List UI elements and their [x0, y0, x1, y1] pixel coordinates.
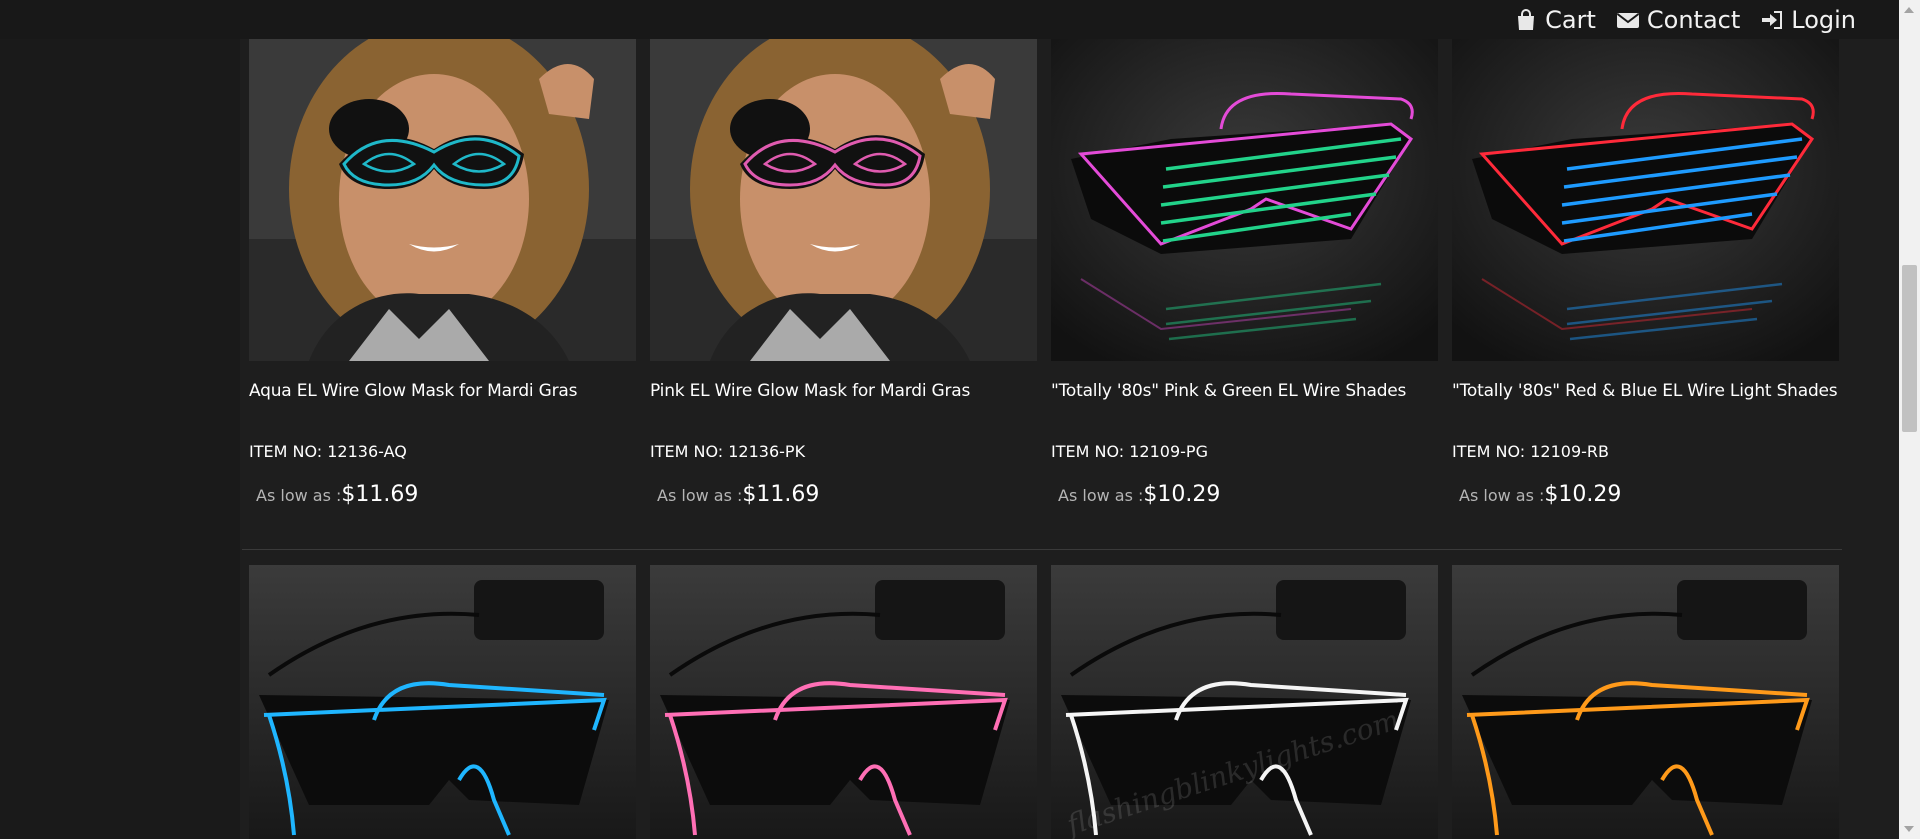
price-value: $11.69 — [341, 482, 419, 507]
login-link[interactable]: Login — [1760, 6, 1856, 34]
contact-label: Contact — [1646, 5, 1741, 34]
product-title[interactable]: "Totally '80s" Pink & Green EL Wire Shad… — [1051, 380, 1438, 442]
left-gutter — [0, 0, 240, 839]
price-line: As low as : $11.69 — [249, 482, 636, 507]
contact-link[interactable]: Contact — [1616, 6, 1740, 34]
item-number: ITEM NO: 12109-PG — [1051, 442, 1208, 461]
item-number: ITEM NO: 12136-AQ — [249, 442, 407, 461]
product-image-link[interactable] — [1452, 565, 1839, 839]
mask-model-image — [249, 39, 636, 361]
el-wire-sunglasses-image: flashingblinkylights.com — [1051, 565, 1438, 839]
el-wire-sunglasses-image — [1452, 565, 1839, 839]
product-row: Aqua EL Wire Glow Mask for Mardi Gras IT… — [242, 39, 1842, 550]
product-card[interactable] — [249, 565, 636, 839]
product-card[interactable] — [650, 565, 1037, 839]
cart-label: Cart — [1545, 5, 1596, 34]
product-card[interactable]: "Totally '80s" Red & Blue EL Wire Light … — [1452, 39, 1839, 507]
el-wire-sunglasses-image — [650, 565, 1037, 839]
product-card[interactable]: flashingblinkylights.com — [1051, 565, 1438, 839]
scroll-up-arrow-icon[interactable] — [1904, 7, 1914, 13]
product-card[interactable] — [1452, 565, 1839, 839]
product-image-link[interactable] — [249, 39, 636, 361]
cart-link[interactable]: Cart — [1514, 6, 1596, 34]
product-image-link[interactable]: flashingblinkylights.com — [1051, 565, 1438, 839]
product-card[interactable]: Pink EL Wire Glow Mask for Mardi Gras IT… — [650, 39, 1037, 507]
price-line: As low as : $11.69 — [650, 482, 1037, 507]
product-image-link[interactable] — [650, 565, 1037, 839]
mask-model-image — [650, 39, 1037, 361]
item-number: ITEM NO: 12136-PK — [650, 442, 806, 461]
product-image-link[interactable] — [650, 39, 1037, 361]
shopping-bag-icon — [1518, 8, 1535, 30]
price-line: As low as : $10.29 — [1051, 482, 1438, 507]
product-card[interactable]: Aqua EL Wire Glow Mask for Mardi Gras IT… — [249, 39, 636, 507]
product-title[interactable]: Aqua EL Wire Glow Mask for Mardi Gras — [249, 380, 636, 442]
product-card[interactable]: "Totally '80s" Pink & Green EL Wire Shad… — [1051, 39, 1438, 507]
price-label: As low as : — [1459, 486, 1545, 505]
product-image-link[interactable] — [1051, 39, 1438, 361]
price-value: $10.29 — [1544, 482, 1622, 507]
scroll-down-arrow-icon[interactable] — [1904, 826, 1914, 832]
vertical-scrollbar[interactable] — [1899, 0, 1920, 839]
shutter-shades-image — [1051, 39, 1438, 361]
product-image-link[interactable] — [1452, 39, 1839, 361]
product-title[interactable]: Pink EL Wire Glow Mask for Mardi Gras — [650, 380, 1037, 442]
price-label: As low as : — [657, 486, 743, 505]
shutter-shades-image — [1452, 39, 1839, 361]
item-number: ITEM NO: 12109-RB — [1452, 442, 1610, 461]
envelope-icon — [1616, 12, 1639, 28]
top-nav-bar: Cart Contact Login — [0, 0, 1899, 39]
product-row: flashingblinkylights.com — [249, 565, 1840, 839]
product-title[interactable]: "Totally '80s" Red & Blue EL Wire Light … — [1452, 380, 1839, 442]
price-value: $10.29 — [1143, 482, 1221, 507]
el-wire-sunglasses-image — [249, 565, 636, 839]
sign-in-icon — [1762, 10, 1783, 29]
price-line: As low as : $10.29 — [1452, 482, 1839, 507]
product-grid: Aqua EL Wire Glow Mask for Mardi Gras IT… — [242, 39, 1842, 839]
scrollbar-thumb[interactable] — [1902, 265, 1917, 432]
page: Cart Contact Login Aqua EL Wire Glow Mas… — [0, 0, 1899, 839]
login-label: Login — [1791, 5, 1856, 34]
price-value: $11.69 — [742, 482, 820, 507]
row-divider — [242, 549, 1842, 550]
product-image-link[interactable] — [249, 565, 636, 839]
price-label: As low as : — [1058, 486, 1144, 505]
top-nav: Cart Contact Login — [1514, 0, 1856, 39]
price-label: As low as : — [256, 486, 342, 505]
